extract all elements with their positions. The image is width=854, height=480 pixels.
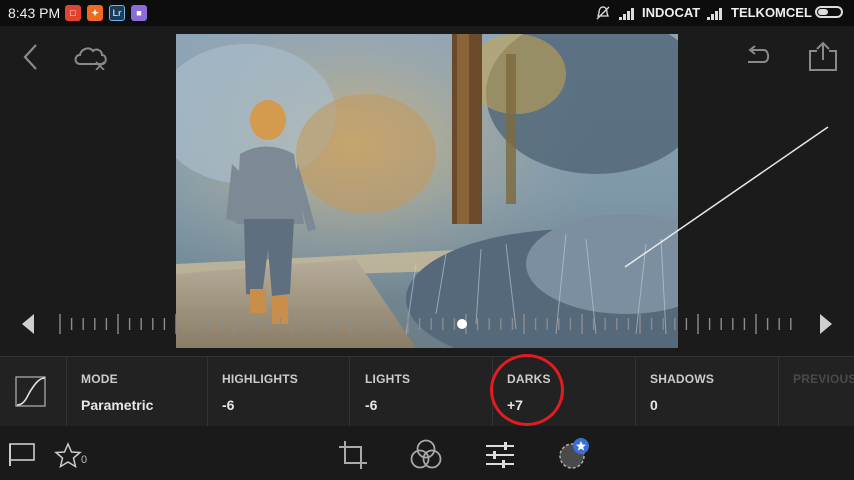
- bottom-toolbar: [0, 426, 854, 480]
- back-arrow-icon[interactable]: [20, 42, 42, 72]
- curve-slider[interactable]: [18, 312, 836, 336]
- lights-value: -6: [365, 397, 378, 413]
- notification-icons: □ ✦ Lr ■: [65, 5, 147, 21]
- silent-mode-icon: [596, 6, 610, 20]
- lights-cell[interactable]: LIGHTS -6: [350, 357, 493, 427]
- carrier-1-label: INDOCAT: [642, 5, 701, 20]
- highlights-cell[interactable]: HIGHLIGHTS -6: [208, 357, 350, 427]
- tone-curve-line[interactable]: [620, 122, 835, 272]
- shadows-value: 0: [650, 397, 658, 413]
- undo-icon[interactable]: [742, 44, 772, 68]
- shadows-label: SHADOWS: [650, 372, 715, 386]
- mode-label: MODE: [81, 372, 118, 386]
- rating-count: 0: [81, 454, 88, 466]
- curve-tool-button[interactable]: [0, 357, 67, 427]
- editor-area: [0, 26, 854, 356]
- tone-curve-icon: [15, 376, 46, 407]
- highlights-label: HIGHLIGHTS: [222, 372, 298, 386]
- share-icon[interactable]: [808, 40, 838, 72]
- mode-cell[interactable]: MODE Parametric: [67, 357, 208, 427]
- slider-handle: [457, 319, 467, 329]
- flag-icon[interactable]: [8, 442, 38, 468]
- status-time: 8:43 PM: [8, 5, 61, 21]
- color-mix-icon[interactable]: [410, 438, 442, 472]
- app-notification-icon: □: [65, 5, 81, 21]
- previous-cell[interactable]: PREVIOUS: [779, 357, 854, 427]
- highlights-value: -6: [222, 397, 235, 413]
- previous-label: PREVIOUS: [793, 372, 854, 386]
- slider-right-arrow-icon: [820, 314, 832, 334]
- app-notification-icon: ■: [131, 5, 147, 21]
- lights-label: LIGHTS: [365, 372, 411, 386]
- adjustment-panel: MODE Parametric HIGHLIGHTS -6 LIGHTS -6 …: [0, 356, 854, 427]
- mode-value: Parametric: [81, 397, 154, 413]
- photo-image: [176, 34, 678, 348]
- slider-left-arrow-icon: [22, 314, 34, 334]
- cloud-sync-icon[interactable]: [72, 42, 110, 70]
- presets-premium-icon[interactable]: [556, 436, 592, 472]
- darks-highlight-circle: [490, 354, 564, 426]
- signal-icon: [619, 8, 634, 20]
- battery-icon: [815, 6, 843, 18]
- status-bar: 8:43 PM □ ✦ Lr ■ INDOCAT TELKOMCEL: [0, 0, 854, 26]
- star-rating-icon[interactable]: [54, 442, 82, 468]
- photo-preview[interactable]: [176, 34, 678, 348]
- slider-track: [22, 314, 832, 334]
- signal-icon: [707, 8, 722, 20]
- shadows-cell[interactable]: SHADOWS 0: [636, 357, 779, 427]
- lightroom-icon: Lr: [109, 5, 125, 21]
- app-notification-icon: ✦: [87, 5, 103, 21]
- carrier-2-label: TELKOMCEL: [731, 5, 812, 20]
- adjustments-sliders-icon[interactable]: [484, 440, 516, 470]
- crop-icon[interactable]: [337, 439, 369, 471]
